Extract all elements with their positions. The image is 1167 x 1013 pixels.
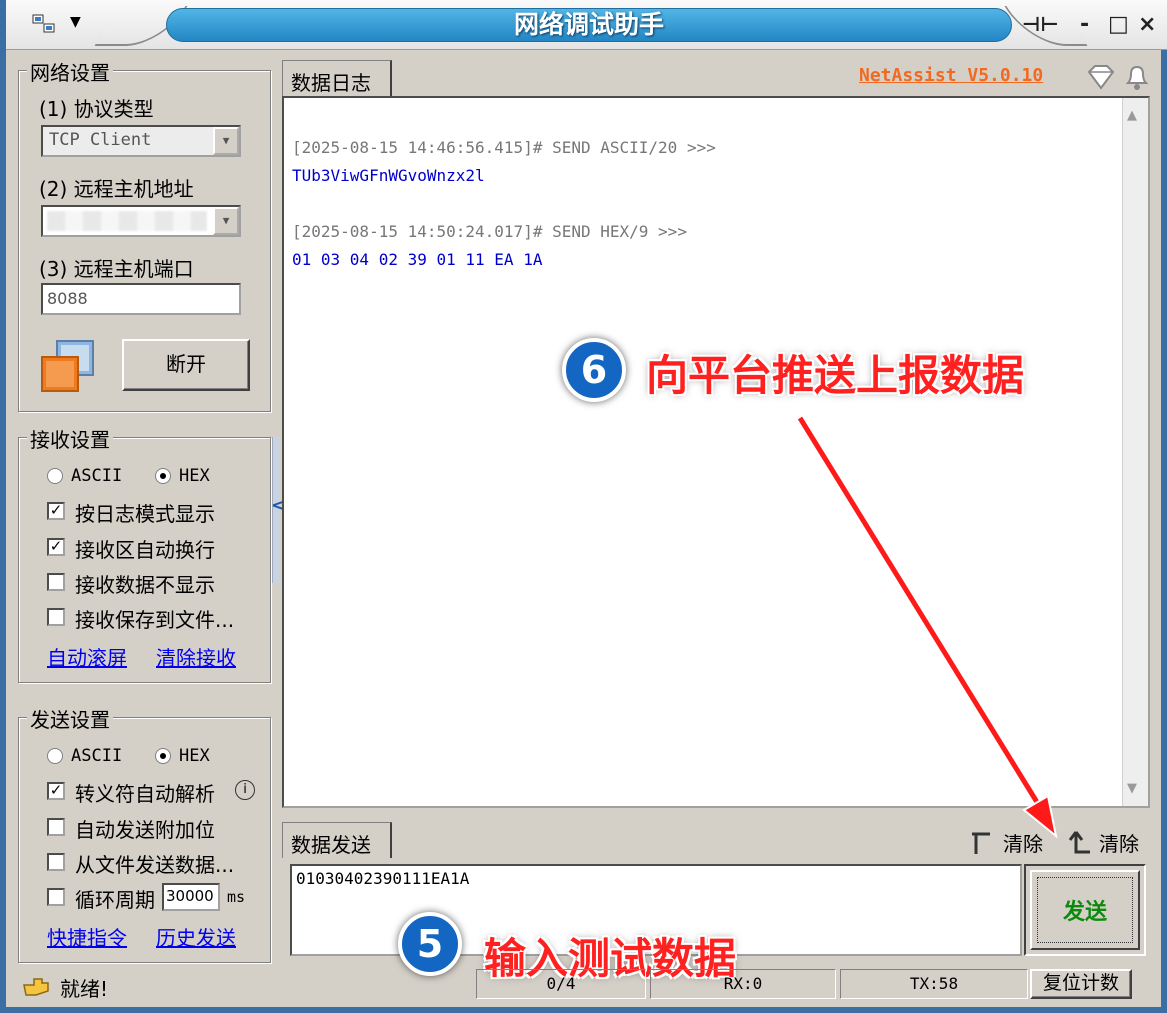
group-title: 发送设置 — [27, 704, 113, 733]
receive-settings-group: 接收设置 ASCII HEX ✓ 按日志模式显示 ✓ 接收区自动换行 接收数据不… — [18, 424, 271, 683]
status-bar: 就绪! 0/4 RX:0 TX:58 复位计数 — [12, 965, 1167, 1007]
auto-wrap-checkbox[interactable]: ✓ — [47, 538, 65, 556]
no-display-label: 接收数据不显示 — [75, 573, 215, 597]
close-button[interactable]: × — [1138, 12, 1156, 37]
from-file-checkbox[interactable] — [47, 853, 65, 871]
chevron-down-icon: ▼ — [70, 14, 81, 30]
group-title: 网络设置 — [27, 57, 113, 86]
tab-data-log[interactable]: 数据日志 — [282, 60, 392, 96]
protocol-value: TCP Client — [49, 130, 152, 150]
log-entry-meta: [2025-08-15 14:50:24.017]# SEND HEX/9 >>… — [292, 222, 687, 241]
loop-checkbox[interactable] — [47, 888, 65, 906]
status-tx: TX:58 — [840, 969, 1028, 999]
status-rx: RX:0 — [650, 969, 836, 999]
escape-label: 转义符自动解析 — [75, 782, 215, 806]
scroll-up-icon[interactable]: ▲ — [1127, 108, 1137, 123]
netassist-link[interactable]: NetAssist V5.0.10 — [859, 65, 1043, 86]
send-hex-label: HEX — [179, 746, 210, 766]
loop-label: 循环周期 — [75, 888, 155, 912]
log-entry-meta: [2025-08-15 14:46:56.415]# SEND ASCII/20… — [292, 138, 716, 157]
disconnect-button[interactable]: 断开 — [122, 339, 250, 391]
append-bit-label: 自动发送附加位 — [75, 818, 215, 842]
save-file-checkbox[interactable] — [47, 608, 65, 626]
system-menu[interactable]: ▼ — [30, 12, 90, 38]
bell-icon[interactable] — [1122, 62, 1152, 92]
tab-data-send[interactable]: 数据发送 — [282, 822, 392, 858]
send-hex-radio[interactable] — [155, 748, 171, 764]
port-label: (3) 远程主机端口 — [39, 257, 194, 281]
log-entry-data: 01 03 04 02 39 01 11 EA 1A — [292, 250, 543, 269]
log-mode-checkbox[interactable]: ✓ — [47, 502, 65, 520]
chevron-down-icon[interactable]: ▼ — [213, 207, 239, 235]
no-display-checkbox[interactable] — [47, 573, 65, 591]
minimize-button[interactable]: - — [1080, 12, 1089, 37]
window-title: 网络调试助手 — [513, 10, 664, 39]
save-file-label: 接收保存到文件... — [75, 608, 235, 632]
step-6-badge: 6 — [562, 338, 626, 402]
log-entry-data: TUb3ViwGFnWGvoWnzx2l — [292, 166, 485, 185]
group-title: 接收设置 — [27, 424, 113, 453]
app-icon — [32, 14, 55, 33]
recv-hex-label: HEX — [179, 466, 210, 486]
step-6-text: 向平台推送上报数据 — [646, 351, 1025, 400]
redacted-host — [47, 211, 207, 231]
splitter-handle[interactable]: < — [271, 437, 286, 583]
from-file-label: 从文件发送数据... — [75, 853, 235, 877]
append-bit-checkbox[interactable] — [47, 818, 65, 836]
host-select[interactable]: ▼ — [41, 205, 241, 237]
log-scrollbar[interactable]: ▲ ▼ — [1122, 98, 1148, 806]
chevron-down-icon[interactable]: ▼ — [213, 127, 239, 155]
scroll-down-icon[interactable]: ▼ — [1127, 781, 1137, 796]
send-ascii-label: ASCII — [71, 746, 123, 766]
auto-wrap-label: 接收区自动换行 — [75, 538, 215, 562]
title-pill: 网络调试助手 — [166, 8, 1012, 42]
app-window: ▼ 网络调试助手 ⊣⊢ - □ × 网络设置 (1) 协议类型 TCP Clie… — [0, 0, 1167, 1013]
shortcuts-link[interactable]: 快捷指令 — [47, 922, 127, 951]
port-input[interactable]: 8088 — [41, 283, 241, 315]
host-label: (2) 远程主机地址 — [39, 177, 194, 201]
recv-ascii-radio[interactable] — [47, 468, 63, 484]
send-settings-group: 发送设置 ASCII HEX ✓ 转义符自动解析 i 自动发送附加位 从文件发送… — [18, 704, 271, 963]
recv-hex-radio[interactable] — [155, 468, 171, 484]
protocol-select[interactable]: TCP Client ▼ — [41, 125, 241, 157]
diamond-icon[interactable] — [1086, 64, 1116, 90]
send-button-label: 发送 — [1030, 870, 1140, 950]
loop-unit: ms — [227, 888, 246, 906]
send-ascii-radio[interactable] — [47, 748, 63, 764]
auto-scroll-link[interactable]: 自动滚屏 — [47, 642, 127, 671]
network-settings-group: 网络设置 (1) 协议类型 TCP Client ▼ (2) 远程主机地址 ▼ … — [18, 57, 271, 412]
log-mode-label: 按日志模式显示 — [75, 502, 215, 526]
recv-ascii-label: ASCII — [71, 466, 123, 486]
send-button[interactable]: 发送 — [1024, 864, 1146, 956]
status-count: 0/4 — [476, 969, 646, 999]
reset-count-button[interactable]: 复位计数 — [1030, 969, 1132, 999]
loop-period-input[interactable]: 30000 — [162, 883, 220, 911]
protocol-label: (1) 协议类型 — [39, 97, 154, 121]
clear-send-button[interactable]: 清除 — [1099, 828, 1139, 857]
history-link[interactable]: 历史发送 — [156, 922, 236, 951]
pin-icon[interactable]: ⊣⊢ — [1022, 12, 1059, 36]
hand-pointer-icon — [23, 978, 49, 996]
escape-checkbox[interactable]: ✓ — [47, 782, 65, 800]
clear-recv-link[interactable]: 清除接收 — [156, 642, 236, 671]
connection-icon — [41, 340, 94, 392]
info-icon[interactable]: i — [235, 780, 255, 800]
annotation-arrow — [796, 415, 1058, 839]
title-bar: ▼ 网络调试助手 ⊣⊢ - □ × — [6, 0, 1167, 50]
maximize-button[interactable]: □ — [1108, 12, 1129, 37]
status-ready: 就绪! — [60, 977, 109, 1001]
